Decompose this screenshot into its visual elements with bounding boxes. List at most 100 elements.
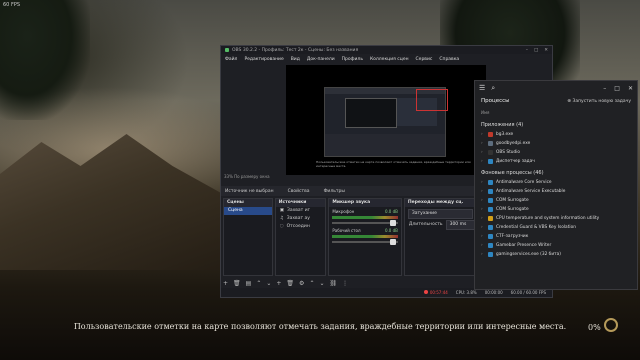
maximize-icon[interactable]: □ [614,85,620,92]
process-icon [488,225,493,230]
remove-icon[interactable]: 🗑 [233,280,241,287]
obs-titlebar[interactable]: OBS 30.2.2 - Профиль: Тест 2к - Сцены: Б… [221,46,552,54]
apps-list: › bg3.exe › goodbyedpi.exe › OBS Studio › Диспе… [475,130,637,166]
menu-item[interactable]: Сервис [416,57,433,62]
search-icon[interactable]: ⌕ [491,84,495,93]
tm-titlebar[interactable]: ☰ ⌕ – □ ✕ [475,81,637,95]
chevron-right-icon[interactable]: › [481,252,485,257]
process-icon [488,159,493,164]
menu-item[interactable]: Док-панели [307,57,335,62]
process-name: CPU temperature and system information u… [496,216,600,221]
preview-caption: Пользовательские отметки на карте позвол… [316,160,471,168]
volume-slider[interactable] [332,220,398,226]
process-name: COM Surrogate [496,207,529,212]
process-row[interactable]: › COM Surrogate [475,205,637,214]
maximize-icon[interactable]: □ [534,48,538,53]
source-label: Захват иг [286,208,311,213]
menu-item[interactable]: Редактирование [244,57,283,62]
chevron-right-icon[interactable]: › [481,141,485,146]
chevron-right-icon[interactable]: › [481,198,485,203]
source-item[interactable]: ♫ Захват ау [276,215,326,223]
recording-indicator: 00:57:44 [423,290,448,295]
properties-button[interactable]: Свойства [288,189,310,194]
chevron-right-icon[interactable]: › [481,180,485,185]
remove-icon[interactable]: 🗑 [286,280,294,287]
obs-preview[interactable]: Пользовательские отметки на карте позвол… [286,65,486,175]
close-icon[interactable]: ✕ [628,85,633,92]
chevron-right-icon[interactable]: › [481,150,485,155]
disconnected-icon: ◌ [279,224,284,229]
process-name: Gamebar Presence Writer [496,243,552,248]
process-row[interactable]: › CPU temperature and system information … [475,214,637,223]
process-name: goodbyedpi.exe [496,141,531,146]
add-icon[interactable]: + [223,280,228,287]
preview-zoom-status: 33% По размеру окна [224,174,270,179]
down-icon[interactable]: ⌄ [319,280,324,287]
process-name: Antimalware Service Executable [496,189,566,194]
process-row[interactable]: › CTF-загрузчик [475,232,637,241]
channel-db: 0.0 dB [384,228,398,233]
channel-name: Рабочий стол [332,228,361,233]
task-manager-window[interactable]: ☰ ⌕ – □ ✕ Процессы ⊕ Запустить новую зад… [474,80,638,290]
process-row[interactable]: › goodbyedpi.exe [475,139,637,148]
up-icon[interactable]: ⌃ [256,280,261,287]
volume-meter [332,235,398,238]
more-icon[interactable]: ⋮ [342,280,348,287]
process-row[interactable]: › gamingservices.exe (32 бита) [475,250,637,259]
process-name: gamingservices.exe (32 бита) [496,252,561,257]
chevron-right-icon[interactable]: › [481,207,485,212]
filters-button[interactable]: Фильтры [324,189,345,194]
menu-item[interactable]: Вид [291,57,300,62]
source-label: Отсоедин [286,224,310,229]
close-icon[interactable]: ✕ [544,48,548,53]
chevron-right-icon[interactable]: › [481,234,485,239]
filter-icon[interactable]: ▤ [246,280,252,287]
source-selection-box[interactable] [416,89,448,111]
nested-preview [345,98,397,128]
new-task-button[interactable]: ⊕ Запустить новую задачу [567,99,631,104]
menu-item[interactable]: Профиль [342,57,363,62]
source-item[interactable]: ◌ Отсоедин [276,223,326,231]
process-row[interactable]: › Диспетчер задач [475,157,637,166]
duration-input[interactable]: 300 ms [445,220,475,230]
page-title: Процессы [481,98,510,104]
scene-item[interactable]: Сцена [224,207,272,215]
source-item[interactable]: ▣ Захват иг [276,207,326,215]
process-row[interactable]: › OBS Studio [475,148,637,157]
process-icon [488,150,493,155]
bg-group-header: Фоновые процессы (46) [481,170,544,176]
hamburger-icon[interactable]: ☰ [479,84,485,92]
process-icon [488,132,493,137]
process-row[interactable]: › bg3.exe [475,130,637,139]
audio-mixer-dock: Микшер звука Микрофон 0.0 dB Рабочий сто… [328,198,402,276]
chevron-right-icon[interactable]: › [481,132,485,137]
up-icon[interactable]: ⌃ [309,280,314,287]
transition-select[interactable]: Затухание [407,209,474,219]
add-icon[interactable]: + [276,280,281,287]
process-row[interactable]: › Antimalware Core Service [475,178,637,187]
chevron-right-icon[interactable]: › [481,225,485,230]
chevron-right-icon[interactable]: › [481,243,485,248]
chevron-right-icon[interactable]: › [481,216,485,221]
process-icon [488,180,493,185]
gear-icon[interactable]: ⚙ [299,280,304,287]
down-icon[interactable]: ⌄ [266,280,271,287]
process-row[interactable]: › Antimalware Service Executable [475,187,637,196]
chevron-right-icon[interactable]: › [481,159,485,164]
name-column-header[interactable]: Имя [475,107,637,118]
menu-item[interactable]: Справка [439,57,459,62]
process-row[interactable]: › COM Surrogate [475,196,637,205]
process-icon [488,141,493,146]
link-icon[interactable]: ⛓ [330,280,338,287]
process-row[interactable]: › Credential Guard & VBS Key Isolation [475,223,637,232]
minimize-icon[interactable]: – [526,48,528,53]
menu-item[interactable]: Коллекция сцен [370,57,409,62]
volume-slider[interactable] [332,239,398,245]
minimize-icon[interactable]: – [603,85,606,92]
menu-item[interactable]: Файл [225,57,237,62]
process-row[interactable]: › Gamebar Presence Writer [475,241,637,250]
chevron-right-icon[interactable]: › [481,189,485,194]
channel-name: Микрофон [332,209,355,214]
rec-time: 00:57:44 [429,290,448,295]
mixer-channel: Микрофон 0.0 dB [329,207,401,226]
